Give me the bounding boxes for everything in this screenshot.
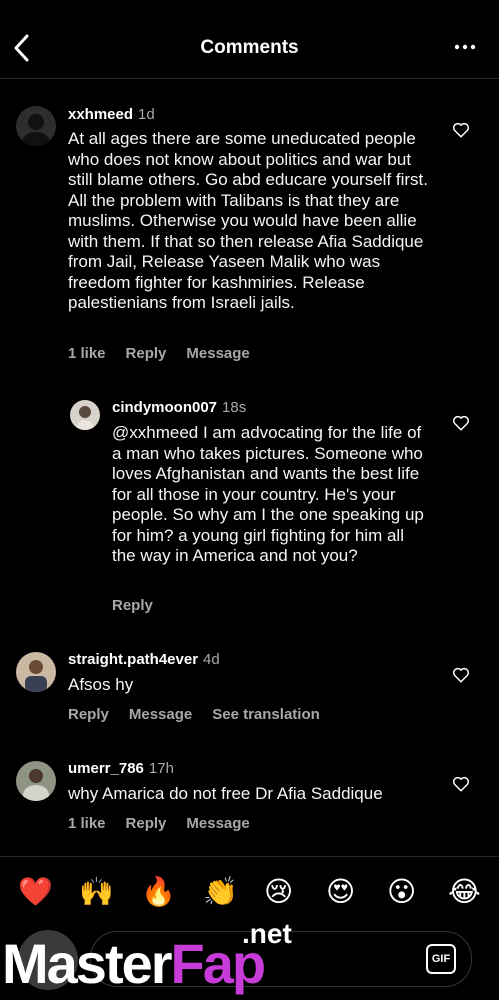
avatar[interactable]	[16, 106, 56, 146]
emoji-heart-button[interactable]: ❤️	[18, 875, 53, 909]
page-title: Comments	[200, 37, 299, 58]
comment-actions: 1 like Reply Message	[68, 345, 270, 362]
emoji-raised-hands-button[interactable]: 🙌	[79, 875, 114, 909]
comment-time: 1d	[138, 106, 155, 123]
comment-time: 17h	[148, 760, 174, 777]
reply-button[interactable]: Reply	[126, 815, 167, 832]
comment-meta: xxhmeed 1d	[68, 106, 155, 124]
emoji-wow-button[interactable]: 😮	[387, 875, 416, 909]
emoji-crying-button[interactable]: 😢	[264, 875, 293, 909]
avatar[interactable]	[16, 761, 56, 801]
comment-meta: umerr_786 17h	[68, 760, 174, 778]
watermark-logo: MasterFap	[2, 932, 266, 995]
like-heart-icon[interactable]	[452, 414, 470, 432]
emoji-fire-button[interactable]: 🔥	[141, 875, 176, 909]
reply-button[interactable]: Reply	[126, 345, 167, 362]
gif-button[interactable]: GIF	[426, 944, 456, 974]
likes-count[interactable]: 1 like	[68, 815, 106, 832]
avatar[interactable]	[70, 400, 100, 430]
emoji-laughing-button[interactable]: 😂	[448, 875, 481, 909]
message-button[interactable]: Message	[186, 815, 249, 832]
comment-meta: straight.path4ever 4d	[68, 651, 220, 669]
comment-actions: Reply Message See translation	[68, 706, 340, 723]
likes-count[interactable]: 1 like	[68, 345, 106, 362]
avatar[interactable]	[16, 652, 56, 692]
username[interactable]: straight.path4ever	[68, 651, 198, 668]
like-heart-icon[interactable]	[452, 775, 470, 793]
comment-actions: 1 like Reply Message	[68, 815, 270, 832]
like-heart-icon[interactable]	[452, 121, 470, 139]
username[interactable]: xxhmeed	[68, 106, 133, 123]
emoji-heart-eyes-button[interactable]: 😍	[326, 875, 355, 909]
message-button[interactable]: Message	[186, 345, 249, 362]
see-translation-button[interactable]: See translation	[212, 706, 320, 723]
reply-button[interactable]: Reply	[112, 597, 153, 614]
comment-time: 18s	[222, 399, 247, 416]
reply-button[interactable]: Reply	[68, 706, 109, 723]
username[interactable]: cindymoon007	[112, 399, 217, 416]
comment-text: At all ages there are some uneducated pe…	[68, 129, 428, 312]
watermark-suffix: .net	[242, 918, 292, 949]
comment-text: @xxhmeed I am advocating for the life of…	[112, 423, 424, 565]
comment-time: 4d	[203, 651, 220, 668]
comment-meta: cindymoon007 18s	[112, 399, 246, 417]
more-options-icon[interactable]	[453, 34, 477, 60]
message-button[interactable]: Message	[129, 706, 192, 723]
comment-text: why Amarica do not free Dr Afia Saddique	[68, 784, 383, 803]
header-bar: Comments	[0, 0, 499, 79]
username[interactable]: umerr_786	[68, 760, 144, 777]
like-heart-icon[interactable]	[452, 666, 470, 684]
emoji-clap-button[interactable]: 👏	[203, 875, 238, 909]
comment-actions: Reply	[112, 597, 173, 614]
comment-text: Afsos hy	[68, 675, 134, 694]
